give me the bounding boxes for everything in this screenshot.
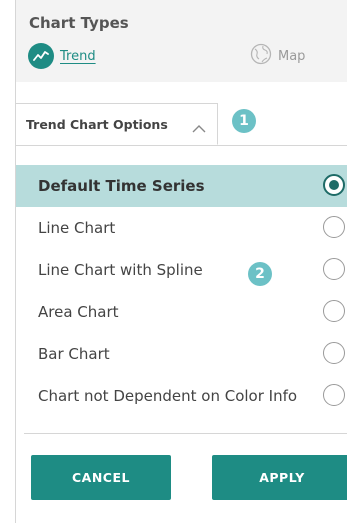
radio-button[interactable] (323, 300, 345, 322)
trend-line-icon (28, 43, 54, 69)
radio-button[interactable] (323, 174, 345, 196)
radio-button[interactable] (323, 258, 345, 280)
tab-label: Trend Chart Options (26, 116, 168, 132)
chart-type-map-label: Map (278, 48, 306, 64)
globe-icon (250, 43, 272, 69)
option-label: Bar Chart (38, 345, 110, 363)
chart-types-section: Chart Types Trend Map (16, 0, 347, 82)
option-label: Default Time Series (38, 177, 205, 195)
option-label: Line Chart (38, 219, 116, 237)
chart-options-list: Default Time Series Line Chart Line Char… (16, 165, 347, 417)
option-bar-chart[interactable]: Bar Chart (16, 333, 347, 375)
radio-button[interactable] (323, 216, 345, 238)
option-label: Area Chart (38, 303, 119, 321)
option-area-chart[interactable]: Area Chart (16, 291, 347, 333)
apply-button[interactable]: APPLY (212, 455, 347, 500)
option-default-time-series[interactable]: Default Time Series (16, 165, 347, 207)
radio-button[interactable] (323, 384, 345, 406)
callout-badge-2: 2 (248, 262, 272, 286)
option-no-color-info[interactable]: Chart not Dependent on Color Info (16, 375, 347, 417)
option-line-chart[interactable]: Line Chart (16, 207, 347, 249)
option-label: Chart not Dependent on Color Info (38, 387, 298, 405)
chart-type-trend-label: Trend (60, 48, 96, 64)
chart-type-trend[interactable]: Trend (28, 42, 96, 70)
tab-bar: Trend Chart Options (16, 103, 347, 146)
option-line-chart-spline[interactable]: Line Chart with Spline (16, 249, 347, 291)
chevron-up-icon[interactable] (192, 119, 206, 138)
option-label: Line Chart with Spline (38, 261, 203, 279)
cancel-button[interactable]: CANCEL (31, 455, 171, 500)
divider (24, 433, 347, 434)
radio-button[interactable] (323, 342, 345, 364)
callout-badge-1: 1 (232, 109, 256, 133)
tab-trend-chart-options[interactable]: Trend Chart Options (16, 103, 218, 145)
chart-type-map[interactable]: Map (250, 42, 305, 70)
chart-types-title: Chart Types (29, 14, 129, 32)
chart-options-panel: Chart Types Trend Map Trend Chart Option… (0, 0, 347, 523)
